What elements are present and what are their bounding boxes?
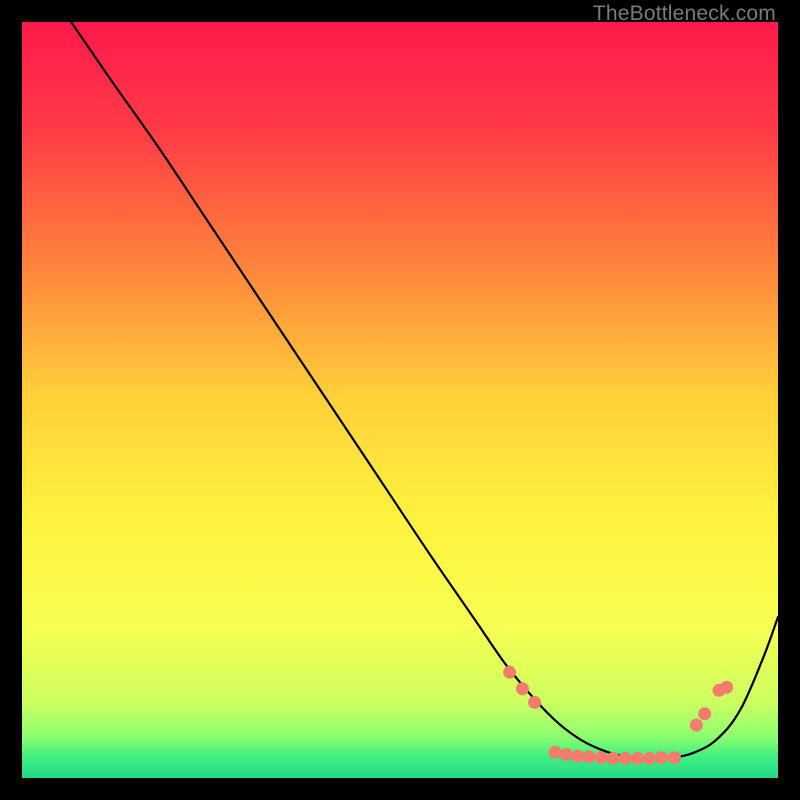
highlight-dot (643, 752, 656, 765)
chart-frame (22, 22, 778, 778)
highlight-dot (690, 719, 703, 732)
highlight-dot (619, 752, 632, 765)
highlight-dot (560, 748, 573, 761)
highlight-dot (655, 751, 668, 764)
highlight-dot (631, 752, 644, 765)
highlight-dot (528, 696, 541, 709)
highlight-dot (516, 682, 529, 695)
bottleneck-chart (22, 22, 778, 778)
highlight-dot (548, 746, 561, 759)
highlight-dot (583, 750, 596, 763)
highlight-dot (607, 752, 620, 765)
chart-background (22, 22, 778, 778)
highlight-dot (503, 666, 516, 679)
highlight-dot (571, 750, 584, 763)
highlight-dot (698, 707, 711, 720)
highlight-dot (595, 751, 608, 764)
highlight-dot (668, 751, 681, 764)
highlight-dot (720, 681, 733, 694)
